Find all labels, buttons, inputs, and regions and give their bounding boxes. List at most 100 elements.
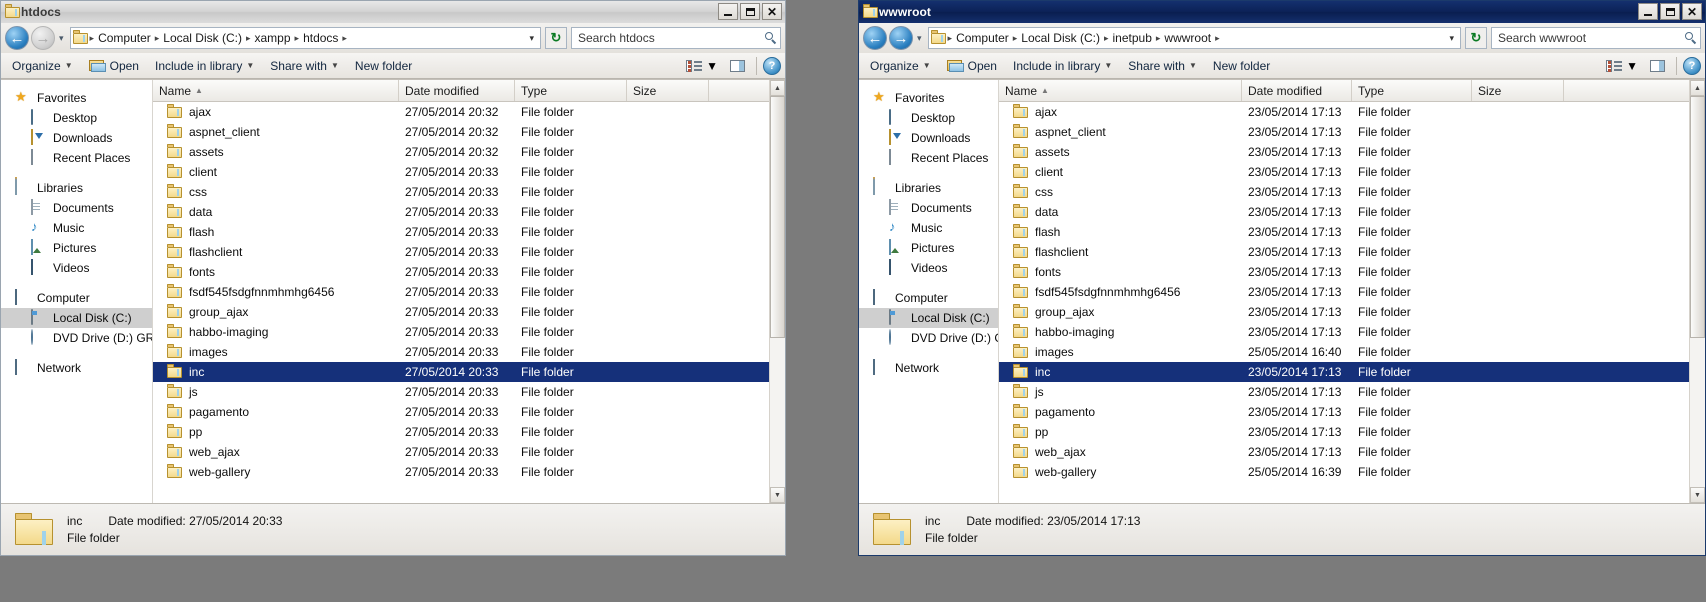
address-dropdown-icon[interactable]: ▾ [1445,33,1458,44]
table-row[interactable]: js 27/05/2014 20:33 File folder [153,382,769,402]
close-button[interactable]: ✕ [762,3,782,20]
open-button[interactable]: Open [940,57,1004,75]
breadcrumb-segment[interactable]: Computer ▸ [95,31,160,45]
search-input[interactable]: Search wwwroot [1498,31,1681,45]
table-row[interactable]: css 23/05/2014 17:13 File folder [999,182,1689,202]
include-in-library-button[interactable]: Include in library ▼ [1006,57,1119,75]
sidebar-group-favorites[interactable]: ★ Favorites [1,88,152,108]
address-dropdown-icon[interactable]: ▾ [525,33,538,44]
forward-button[interactable]: → [31,26,55,50]
table-row[interactable]: images 25/05/2014 16:40 File folder [999,342,1689,362]
change-view-button[interactable]: ▼ [1601,57,1643,75]
sidebar-item-local-disk-c[interactable]: Local Disk (C:) [1,308,152,328]
navigation-pane[interactable]: ★ Favorites Desktop Downloads Recent Places L… [859,80,999,503]
sidebar-item-desktop[interactable]: Desktop [1,108,152,128]
table-row[interactable]: js 23/05/2014 17:13 File folder [999,382,1689,402]
sidebar-item-dvd-drive-d-grmsx[interactable]: DVD Drive (D:) GRMSX [859,328,998,348]
breadcrumb-segment[interactable]: htdocs ▸ [300,31,348,45]
help-button[interactable]: ? [1683,56,1701,75]
minimize-button[interactable] [1638,3,1658,20]
table-row[interactable]: flash 27/05/2014 20:33 File folder [153,222,769,242]
preview-pane-button[interactable] [1645,58,1670,74]
organize-button[interactable]: Organize ▼ [5,57,80,75]
sidebar-item-local-disk-c[interactable]: Local Disk (C:) [859,308,998,328]
breadcrumb[interactable]: ▸ Computer ▸ Local Disk (C:) ▸ xampp ▸ htdocs ▸ ▾ [69,27,541,49]
explorer-window-wwwroot[interactable]: wwwroot ✕ ← → ▾ ▸ Computer ▸ Local Disk (C:) ▸ ine… [858,0,1706,556]
table-row[interactable]: fonts 23/05/2014 17:13 File folder [999,262,1689,282]
table-row[interactable]: assets 27/05/2014 20:32 File folder [153,142,769,162]
table-row[interactable]: flash 23/05/2014 17:13 File folder [999,222,1689,242]
forward-button[interactable]: → [889,26,913,50]
recent-pages-icon[interactable]: ▾ [915,33,924,44]
table-row[interactable]: inc 27/05/2014 20:33 File folder [153,362,769,382]
explorer-window-htdocs[interactable]: htdocs ✕ ← → ▾ ▸ Computer ▸ Local Disk (C:) ▸ xamp… [0,0,786,556]
scrollbar-track[interactable] [1690,96,1705,487]
sidebar-item-pictures[interactable]: Pictures [1,238,152,258]
table-row[interactable]: fonts 27/05/2014 20:33 File folder [153,262,769,282]
table-row[interactable]: habbo-imaging 23/05/2014 17:13 File folder [999,322,1689,342]
sidebar-item-documents[interactable]: Documents [1,198,152,218]
sidebar-item-documents[interactable]: Documents [859,198,998,218]
table-row[interactable]: fsdf545fsdgfnnmhmhg6456 23/05/2014 17:13 F… [999,282,1689,302]
breadcrumb-segment[interactable]: wwwroot ▸ [1161,31,1220,45]
column-header-size[interactable]: Size [627,80,709,101]
include-in-library-button[interactable]: Include in library ▼ [148,57,261,75]
sidebar-item-music[interactable]: ♪ Music [859,218,998,238]
table-row[interactable]: data 27/05/2014 20:33 File folder [153,202,769,222]
column-header-type[interactable]: Type [1352,80,1472,101]
navigation-pane[interactable]: ★ Favorites Desktop Downloads Recent Places L… [1,80,153,503]
sidebar-group-computer[interactable]: Computer [1,288,152,308]
scroll-down-button[interactable]: ▼ [770,487,785,503]
sidebar-item-recent-places[interactable]: Recent Places [1,148,152,168]
breadcrumb-segment[interactable]: Local Disk (C:) ▸ [1018,31,1109,45]
table-row[interactable]: client 27/05/2014 20:33 File folder [153,162,769,182]
table-row[interactable]: pagamento 23/05/2014 17:13 File folder [999,402,1689,422]
scroll-up-button[interactable]: ▲ [770,80,785,96]
search-box[interactable]: Search wwwroot [1491,27,1701,49]
sidebar-group-computer[interactable]: Computer [859,288,998,308]
column-header-type[interactable]: Type [515,80,627,101]
column-header-date[interactable]: Date modified [1242,80,1352,101]
table-row[interactable]: pp 23/05/2014 17:13 File folder [999,422,1689,442]
column-header-name[interactable]: Name ▲ [153,80,399,101]
sidebar-group-network[interactable]: Network [1,358,152,378]
table-row[interactable]: web_ajax 27/05/2014 20:33 File folder [153,442,769,462]
vertical-scrollbar[interactable]: ▲ ▼ [769,80,785,503]
help-button[interactable]: ? [763,56,781,75]
back-button[interactable]: ← [5,26,29,50]
close-button[interactable]: ✕ [1682,3,1702,20]
new-folder-button[interactable]: New folder [348,57,419,75]
sidebar-item-downloads[interactable]: Downloads [859,128,998,148]
sidebar-item-downloads[interactable]: Downloads [1,128,152,148]
search-box[interactable]: Search htdocs [571,27,781,49]
breadcrumb-segment[interactable]: Local Disk (C:) ▸ [160,31,251,45]
sidebar-item-videos[interactable]: Videos [859,258,998,278]
open-button[interactable]: Open [82,57,146,75]
scrollbar-thumb[interactable] [1690,96,1705,339]
recent-pages-icon[interactable]: ▾ [57,33,66,44]
scrollbar-thumb[interactable] [770,96,785,339]
table-row[interactable]: habbo-imaging 27/05/2014 20:33 File folder [153,322,769,342]
new-folder-button[interactable]: New folder [1206,57,1277,75]
vertical-scrollbar[interactable]: ▲ ▼ [1689,80,1705,503]
table-row[interactable]: flashclient 27/05/2014 20:33 File folder [153,242,769,262]
scrollbar-track[interactable] [770,96,785,487]
breadcrumb-segment[interactable]: xampp ▸ [252,31,301,45]
table-row[interactable]: inc 23/05/2014 17:13 File folder [999,362,1689,382]
change-view-button[interactable]: ▼ [681,57,723,75]
breadcrumb[interactable]: ▸ Computer ▸ Local Disk (C:) ▸ inetpub ▸ wwwroo… [927,27,1461,49]
column-header-name[interactable]: Name ▲ [999,80,1242,101]
sidebar-item-music[interactable]: ♪ Music [1,218,152,238]
breadcrumb-segment[interactable]: Computer ▸ [953,31,1018,45]
scroll-down-button[interactable]: ▼ [1690,487,1705,503]
table-row[interactable]: data 23/05/2014 17:13 File folder [999,202,1689,222]
table-row[interactable]: client 23/05/2014 17:13 File folder [999,162,1689,182]
sidebar-group-favorites[interactable]: ★ Favorites [859,88,998,108]
table-row[interactable]: aspnet_client 27/05/2014 20:32 File folder [153,122,769,142]
sidebar-item-videos[interactable]: Videos [1,258,152,278]
table-row[interactable]: web-gallery 25/05/2014 16:39 File folder [999,462,1689,482]
search-input[interactable]: Search htdocs [578,31,761,45]
scroll-up-button[interactable]: ▲ [1690,80,1705,96]
organize-button[interactable]: Organize ▼ [863,57,938,75]
sidebar-item-recent-places[interactable]: Recent Places [859,148,998,168]
